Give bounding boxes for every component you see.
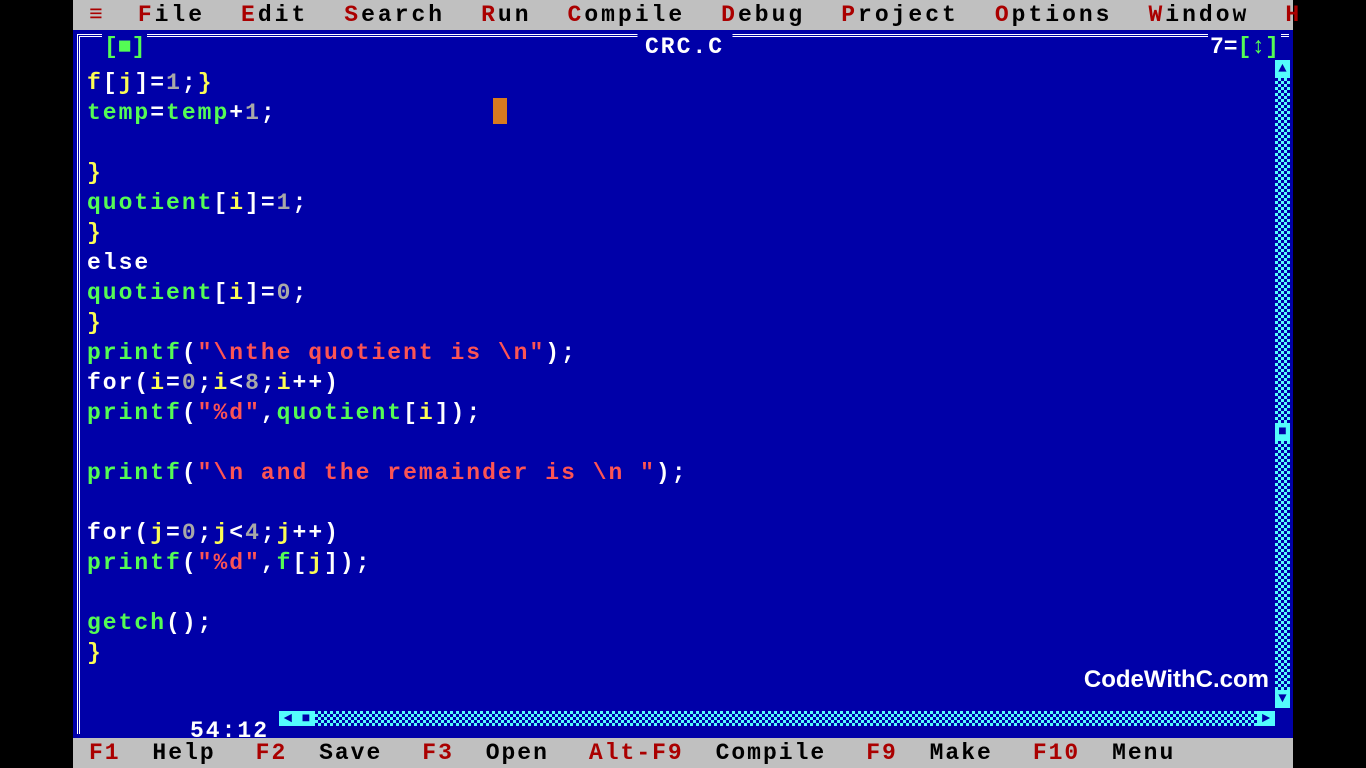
scroll-thumb-h[interactable]: ■ xyxy=(297,711,315,726)
menu-options[interactable]: Options xyxy=(977,2,1131,28)
scroll-left-icon[interactable]: ◄ xyxy=(279,711,297,726)
horizontal-scrollbar[interactable]: ◄ ■ ► xyxy=(279,711,1275,726)
zoom-box[interactable]: 7=[↕] xyxy=(1208,34,1281,60)
system-menu-icon[interactable]: ≡ xyxy=(73,2,120,28)
menu-compile[interactable]: Compile xyxy=(550,2,704,28)
vertical-scrollbar[interactable]: ▲ ■ ▼ xyxy=(1275,60,1290,708)
text-cursor xyxy=(493,98,507,124)
code-area[interactable]: f[j]=1;} temp=temp+1; } quotient[i]=1; }… xyxy=(87,68,688,668)
menu-edit[interactable]: Edit xyxy=(223,2,326,28)
menu-run[interactable]: Run xyxy=(463,2,549,28)
watermark: CodeWithC.com xyxy=(1084,666,1269,694)
scroll-down-icon[interactable]: ▼ xyxy=(1275,690,1290,708)
window-title: CRC.C xyxy=(637,34,732,60)
menu-window[interactable]: Window xyxy=(1130,2,1267,28)
scroll-thumb[interactable]: ■ xyxy=(1275,423,1290,441)
hint-help[interactable]: F1 Help xyxy=(73,740,240,766)
scroll-up-icon[interactable]: ▲ xyxy=(1275,60,1290,78)
menu-search[interactable]: Search xyxy=(326,2,463,28)
hint-save[interactable]: F2 Save xyxy=(240,740,407,766)
menu-debug[interactable]: Debug xyxy=(703,2,823,28)
menu-file[interactable]: File xyxy=(120,2,223,28)
hint-make[interactable]: F9 Make xyxy=(850,740,1017,766)
menu-help[interactable]: Help xyxy=(1267,2,1366,28)
scroll-right-icon[interactable]: ► xyxy=(1257,711,1275,726)
menu-project[interactable]: Project xyxy=(823,2,977,28)
close-box[interactable]: [■] xyxy=(102,34,147,60)
hint-menu[interactable]: F10 Menu xyxy=(1017,740,1199,766)
hint-open[interactable]: F3 Open xyxy=(406,740,573,766)
hint-compile[interactable]: Alt-F9 Compile xyxy=(573,740,850,766)
editor-window: CRC.C [■] 7=[↕] 54:12 f[j]=1;} temp=temp… xyxy=(73,30,1293,738)
status-bar: F1 Help F2 Save F3 Open Alt-F9 Compile F… xyxy=(73,738,1293,768)
menu-bar: ≡ File Edit Search Run Compile Debug Pro… xyxy=(73,0,1293,30)
